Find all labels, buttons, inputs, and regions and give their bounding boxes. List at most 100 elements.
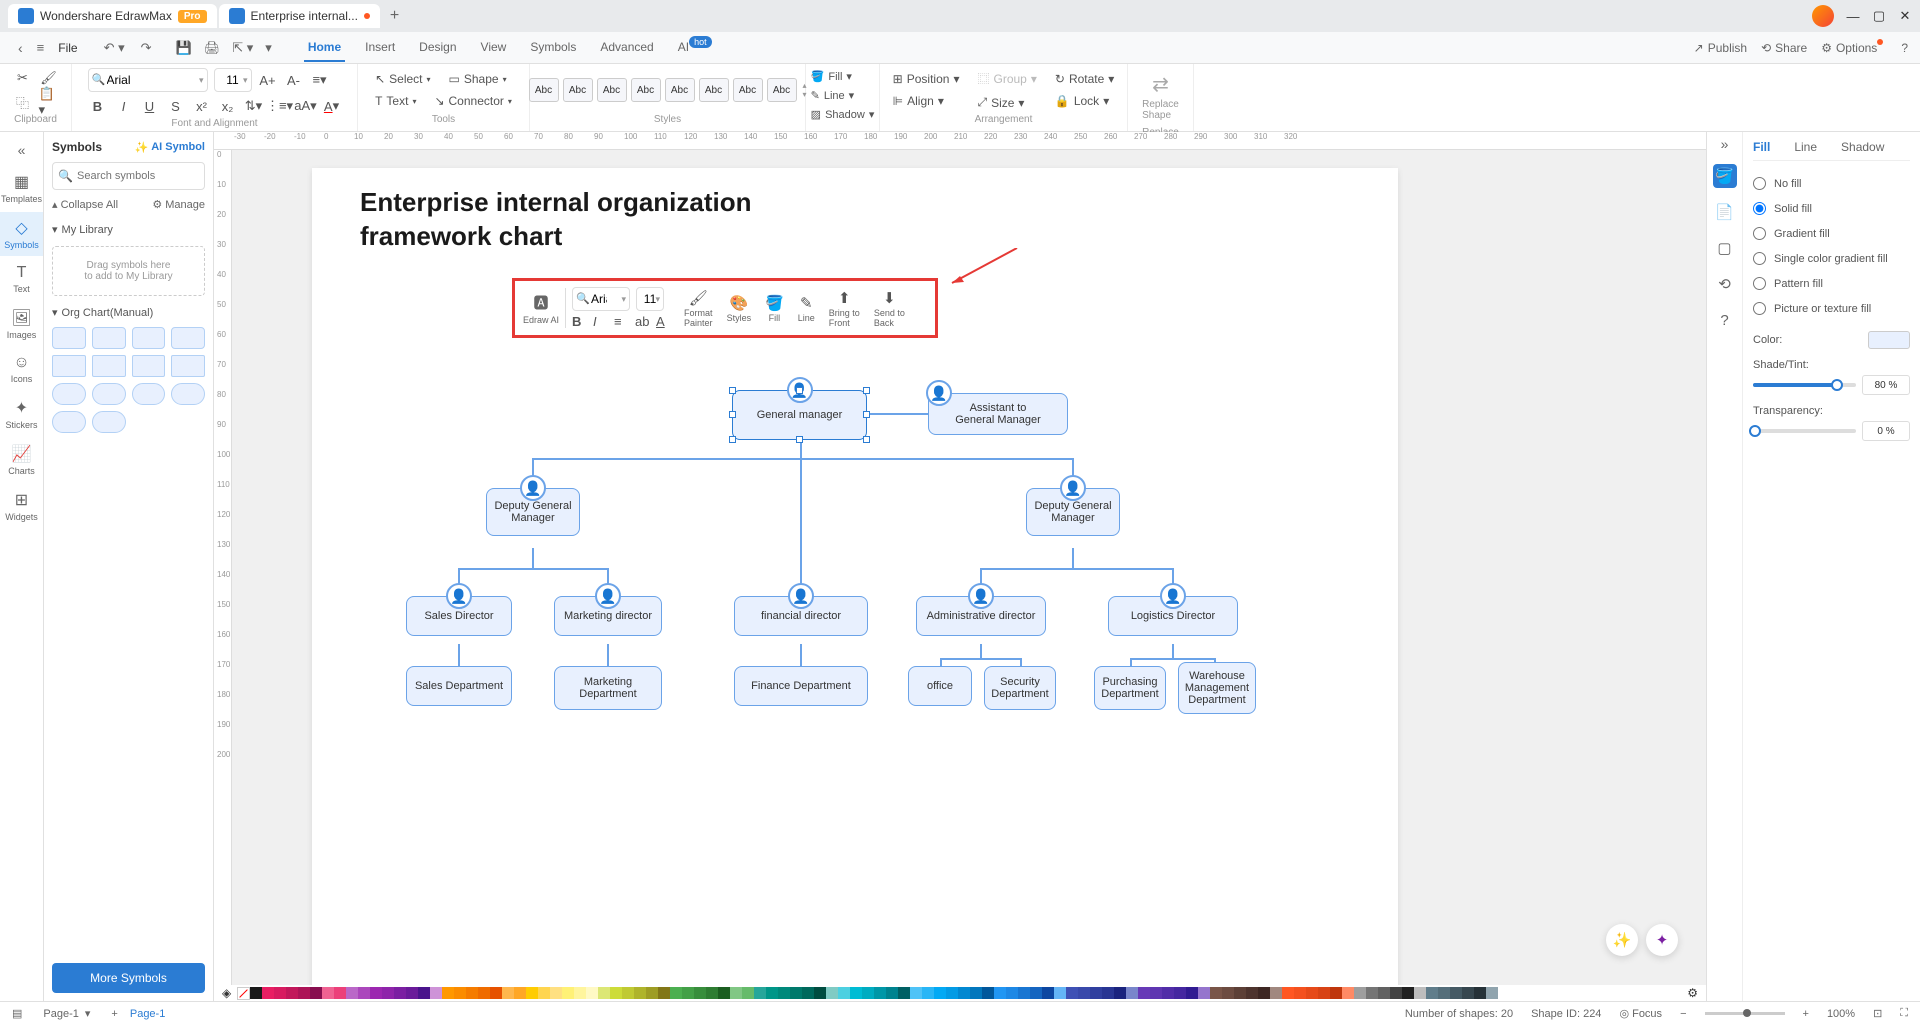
color-swatch[interactable] bbox=[1270, 987, 1282, 999]
org-node-sales-dir[interactable]: Sales Director bbox=[406, 596, 512, 636]
symbol-item[interactable] bbox=[92, 327, 126, 349]
color-settings-icon[interactable]: ⚙ bbox=[1687, 986, 1698, 1000]
org-node-mkt-dept[interactable]: Marketing Department bbox=[554, 666, 662, 710]
color-swatch[interactable] bbox=[946, 987, 958, 999]
color-swatch[interactable] bbox=[574, 987, 586, 999]
color-swatch[interactable] bbox=[934, 987, 946, 999]
transparency-value[interactable]: 0 % bbox=[1862, 421, 1910, 441]
color-swatch[interactable] bbox=[1246, 987, 1258, 999]
radio-single-gradient[interactable]: Single color gradient fill bbox=[1753, 246, 1910, 271]
increase-font-icon[interactable]: A+ bbox=[258, 70, 278, 90]
shade-slider[interactable] bbox=[1753, 383, 1856, 387]
org-chart-section[interactable]: ▾ Org Chart(Manual) bbox=[52, 302, 205, 323]
color-swatch[interactable] bbox=[610, 987, 622, 999]
bold-icon[interactable]: B bbox=[572, 314, 590, 329]
tab-insert[interactable]: Insert bbox=[361, 34, 399, 62]
symbol-item[interactable] bbox=[52, 327, 86, 349]
fullscreen-icon[interactable]: ⛶ bbox=[1900, 1007, 1908, 1020]
color-swatch[interactable] bbox=[1198, 987, 1210, 999]
color-swatch[interactable] bbox=[562, 987, 574, 999]
italic-icon[interactable]: I bbox=[593, 314, 611, 329]
publish-button[interactable]: ↗ Publish bbox=[1694, 41, 1747, 55]
color-swatch[interactable] bbox=[634, 987, 646, 999]
color-swatch[interactable] bbox=[802, 987, 814, 999]
fill-button[interactable]: 🪣Fill bbox=[761, 292, 788, 325]
sidebar-stickers[interactable]: ✦Stickers bbox=[0, 392, 43, 436]
pages-icon[interactable]: ▤ bbox=[12, 1007, 22, 1020]
color-swatch[interactable] bbox=[1030, 987, 1042, 999]
color-swatch[interactable] bbox=[1222, 987, 1234, 999]
superscript-icon[interactable]: x² bbox=[192, 96, 212, 116]
org-node-gm[interactable]: General manager bbox=[732, 390, 867, 440]
rotate-button[interactable]: ↻ Rotate▾ bbox=[1049, 70, 1120, 88]
color-swatch[interactable] bbox=[886, 987, 898, 999]
color-swatch[interactable] bbox=[1438, 987, 1450, 999]
color-swatch[interactable] bbox=[1342, 987, 1354, 999]
org-node-dgm1[interactable]: Deputy General Manager bbox=[486, 488, 580, 536]
color-swatch[interactable] bbox=[958, 987, 970, 999]
underline-icon[interactable]: U bbox=[140, 96, 160, 116]
color-swatch[interactable] bbox=[586, 987, 598, 999]
color-swatch[interactable] bbox=[442, 987, 454, 999]
align-button[interactable]: ⊫ Align▾ bbox=[887, 92, 966, 110]
symbol-item[interactable] bbox=[52, 383, 86, 405]
color-swatch[interactable] bbox=[1258, 987, 1270, 999]
color-swatch[interactable] bbox=[1282, 987, 1294, 999]
rp-tab-fill[interactable]: Fill bbox=[1753, 140, 1770, 154]
color-swatch[interactable] bbox=[1150, 987, 1162, 999]
position-button[interactable]: ⊞ Position▾ bbox=[887, 70, 966, 88]
page-icon[interactable]: 📄 bbox=[1713, 200, 1737, 224]
color-swatch[interactable] bbox=[430, 987, 442, 999]
text-button[interactable]: T Text▾ bbox=[369, 92, 422, 110]
drag-zone[interactable]: Drag symbols here to add to My Library bbox=[52, 246, 205, 296]
select-button[interactable]: ↖ Select▾ bbox=[369, 70, 436, 88]
minimize-button[interactable]: — bbox=[1846, 9, 1860, 23]
color-swatch[interactable] bbox=[1426, 987, 1438, 999]
color-swatch[interactable] bbox=[1138, 987, 1150, 999]
symbol-item[interactable] bbox=[132, 355, 166, 377]
sidebar-icons[interactable]: ☺Icons bbox=[0, 348, 43, 390]
color-swatch[interactable] bbox=[322, 987, 334, 999]
color-swatch[interactable] bbox=[646, 987, 658, 999]
layout-icon[interactable]: ▢ bbox=[1713, 236, 1737, 260]
expand-panel-icon[interactable]: » bbox=[1721, 136, 1729, 152]
color-swatch[interactable] bbox=[1462, 987, 1474, 999]
cut-icon[interactable]: ✂ bbox=[13, 68, 33, 88]
symbol-item[interactable] bbox=[52, 411, 86, 433]
color-swatch[interactable] bbox=[394, 987, 406, 999]
chevron-down-icon[interactable]: ▾ bbox=[243, 75, 248, 86]
edraw-ai-button[interactable]: 🅰Edraw AI bbox=[523, 292, 559, 325]
symbol-item[interactable] bbox=[92, 355, 126, 377]
help-icon[interactable]: ? bbox=[1713, 308, 1737, 332]
ai-symbol-button[interactable]: ✨AI Symbol bbox=[135, 141, 206, 154]
undo-button[interactable]: ↶ ▾ bbox=[100, 38, 129, 58]
org-node-fin-dir[interactable]: financial director bbox=[734, 596, 868, 636]
color-swatch[interactable] bbox=[1162, 987, 1174, 999]
symbol-item[interactable] bbox=[132, 383, 166, 405]
color-swatch[interactable] bbox=[694, 987, 706, 999]
color-swatch[interactable] bbox=[754, 987, 766, 999]
save-icon[interactable]: 💾 bbox=[172, 38, 196, 58]
color-swatch[interactable] bbox=[1402, 987, 1414, 999]
color-swatch[interactable] bbox=[730, 987, 742, 999]
color-swatch[interactable] bbox=[1306, 987, 1318, 999]
close-button[interactable]: ✕ bbox=[1898, 9, 1912, 23]
more-symbols-button[interactable]: More Symbols bbox=[52, 963, 205, 993]
zoom-in-button[interactable]: + bbox=[1803, 1008, 1809, 1020]
maximize-button[interactable]: ▢ bbox=[1872, 9, 1886, 23]
tab-view[interactable]: View bbox=[477, 34, 511, 62]
group-button[interactable]: ⿴ Group▾ bbox=[971, 68, 1042, 89]
org-node-dgm2[interactable]: Deputy General Manager bbox=[1026, 488, 1120, 536]
color-swatch[interactable] bbox=[874, 987, 886, 999]
color-swatch[interactable] bbox=[994, 987, 1006, 999]
add-page-button[interactable]: + bbox=[111, 1008, 117, 1020]
page-tab[interactable]: Page-1 bbox=[130, 1008, 165, 1020]
org-node-office[interactable]: office bbox=[908, 666, 972, 706]
redo-button[interactable]: ↷ bbox=[137, 38, 156, 58]
share-button[interactable]: ⟲ Share bbox=[1761, 41, 1807, 55]
align-icon[interactable]: ≡▾ bbox=[310, 70, 330, 90]
color-swatch[interactable] bbox=[406, 987, 418, 999]
color-swatch[interactable] bbox=[1186, 987, 1198, 999]
tab-home[interactable]: Home bbox=[304, 34, 345, 62]
color-swatch[interactable] bbox=[538, 987, 550, 999]
